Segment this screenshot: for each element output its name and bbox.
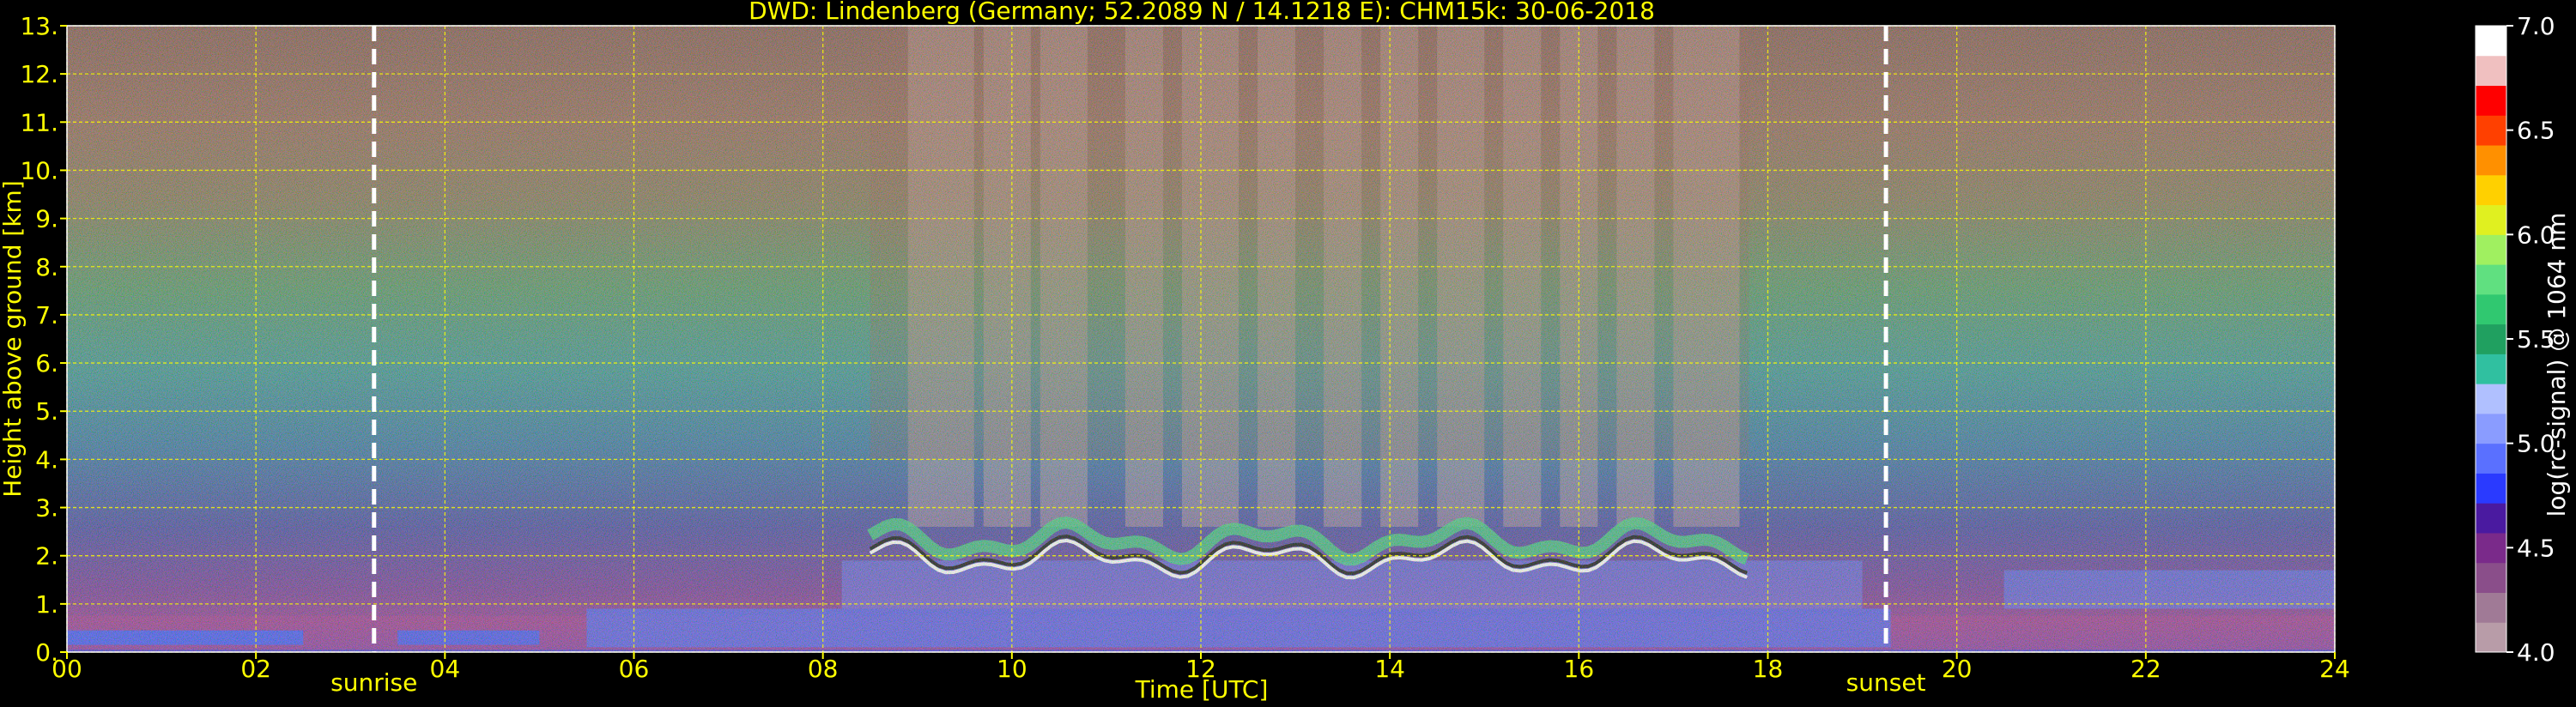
colorbar-segment bbox=[2476, 384, 2506, 414]
y-tick-label: 13. bbox=[20, 12, 58, 40]
colorbar-segment bbox=[2476, 234, 2506, 265]
x-tick-label: 16 bbox=[1564, 655, 1595, 683]
colorbar-segment bbox=[2476, 622, 2506, 653]
y-tick-label: 1. bbox=[35, 590, 58, 619]
y-tick-label: 2. bbox=[35, 542, 58, 571]
colorbar-tick-label: 4.5 bbox=[2517, 534, 2555, 562]
colorbar-segment bbox=[2476, 204, 2506, 235]
colorbar-segment bbox=[2476, 592, 2506, 623]
colorbar-segment bbox=[2476, 354, 2506, 384]
x-tick-label: 04 bbox=[430, 655, 461, 683]
y-tick-label: 7. bbox=[35, 301, 58, 329]
x-tick-label: 08 bbox=[808, 655, 839, 683]
y-tick-label: 3. bbox=[35, 494, 58, 523]
y-tick-label: 8. bbox=[35, 253, 58, 281]
y-tick-label: 9. bbox=[35, 205, 58, 233]
colorbar-segment bbox=[2476, 473, 2506, 504]
colorbar-segment bbox=[2476, 85, 2506, 116]
colorbar-segment bbox=[2476, 562, 2506, 593]
colorbar-segment bbox=[2476, 174, 2506, 206]
colorbar-segment bbox=[2476, 26, 2506, 57]
colorbar-segment bbox=[2476, 264, 2506, 295]
chart-title: DWD: Lindenberg (Germany; 52.2089 N / 14… bbox=[749, 0, 1655, 25]
colorbar-tick-label: 4.0 bbox=[2517, 638, 2555, 667]
sunset-label: sunset bbox=[1846, 668, 1926, 697]
colorbar-segment bbox=[2476, 323, 2506, 354]
lidar-chart: sunrise sunset 00 02 04 06 08 10 12 14 16 18 20 22 24… bbox=[0, 0, 2571, 704]
x-tick-label: 20 bbox=[1942, 655, 1973, 683]
sunrise-label: sunrise bbox=[330, 668, 417, 697]
y-axis-label: Height above ground [km] bbox=[0, 180, 27, 498]
y-tick-label: 11. bbox=[20, 108, 58, 136]
colorbar-segment bbox=[2476, 115, 2506, 146]
y-tick-label: 0. bbox=[35, 638, 58, 667]
x-tick-label: 02 bbox=[240, 655, 271, 683]
colorbar-segment bbox=[2476, 532, 2506, 564]
y-tick-label: 4. bbox=[35, 445, 58, 474]
x-tick-label: 18 bbox=[1753, 655, 1784, 683]
colorbar-segment bbox=[2476, 55, 2506, 87]
colorbar-segment bbox=[2476, 293, 2506, 325]
y-tick-label: 6. bbox=[35, 349, 58, 378]
colorbar-label: log(rc-signal) @ 1064 nm bbox=[2543, 213, 2571, 517]
colorbar-tick-label: 7.0 bbox=[2517, 12, 2555, 40]
colorbar-segment bbox=[2476, 413, 2506, 444]
colorbar-segment bbox=[2476, 503, 2506, 534]
x-tick-label: 24 bbox=[2319, 655, 2350, 683]
x-axis-label: Time [UTC] bbox=[1135, 675, 1269, 704]
colorbar-segment bbox=[2476, 443, 2506, 474]
x-tick-label: 06 bbox=[619, 655, 650, 683]
y-tick-label: 12. bbox=[20, 60, 58, 88]
colorbar-segment bbox=[2476, 145, 2506, 176]
x-tick-label: 22 bbox=[2131, 655, 2161, 683]
x-tick-label: 14 bbox=[1374, 655, 1405, 683]
y-tick-label: 5. bbox=[35, 397, 58, 426]
x-tick-label: 10 bbox=[997, 655, 1027, 683]
colorbar-tick-label: 6.5 bbox=[2517, 117, 2555, 145]
